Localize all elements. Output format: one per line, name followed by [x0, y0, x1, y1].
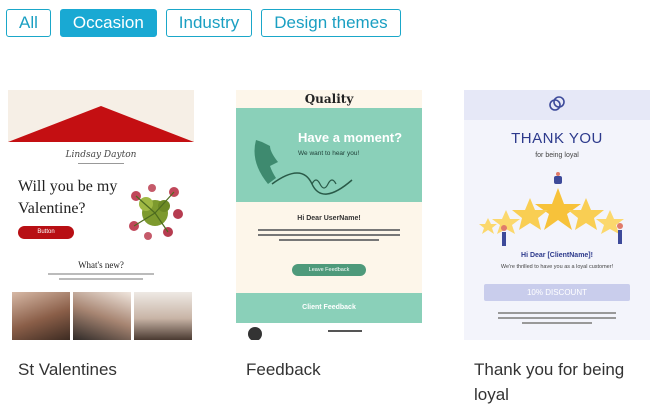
filter-design-themes[interactable]: Design themes — [261, 9, 401, 37]
greeting-subtext: We're thrilled to have you as a loyal cu… — [500, 264, 614, 270]
filter-occasion[interactable]: Occasion — [59, 9, 157, 37]
hero-banner: Have a moment? We want to hear you! — [236, 108, 422, 202]
filter-all[interactable]: All — [6, 9, 51, 37]
template-card-st-valentines[interactable]: Lindsay Dayton Will you be my Valentine?… — [8, 90, 194, 382]
couple-photo — [134, 292, 192, 340]
hero-subtitle: We want to hear you! — [298, 150, 360, 157]
preview-subtitle: for being loyal — [535, 152, 579, 159]
body-text-placeholder — [498, 312, 616, 327]
photo-row — [12, 292, 192, 340]
template-title[interactable]: St Valentines — [18, 357, 194, 382]
couple-photo — [73, 292, 131, 340]
brand-logo-icon — [549, 96, 565, 111]
preview-headline: Will you be my Valentine? — [18, 176, 138, 220]
stars-trophy-icon — [479, 172, 624, 246]
preview-button: Button — [18, 226, 74, 239]
discount-banner: 10% DISCOUNT — [484, 284, 630, 301]
category-filter-bar: All Occasion Industry Design themes — [6, 9, 401, 37]
template-title[interactable]: Feedback — [246, 357, 422, 382]
testimonial-row — [236, 323, 422, 340]
body-text-placeholder — [48, 273, 154, 283]
template-card-thank-you-loyal[interactable]: THANK YOU for being loyal Hi Dear [Clien… — [464, 90, 650, 407]
hero-title: Have a moment? — [298, 130, 403, 145]
signature-text: Lindsay Dayton — [65, 150, 137, 160]
filter-industry[interactable]: Industry — [165, 9, 253, 37]
rose-bouquet-icon — [129, 184, 183, 240]
section-band: Client Feedback — [236, 293, 422, 323]
section-heading: What's new? — [78, 260, 124, 270]
preview-button: Leave Feedback — [292, 264, 366, 276]
brand-logo: Quality — [304, 92, 354, 106]
name-placeholder — [328, 330, 362, 332]
couple-photo — [12, 292, 70, 340]
template-thumbnail[interactable]: THANK YOU for being loyal Hi Dear [Clien… — [464, 90, 650, 340]
template-thumbnail[interactable]: Lindsay Dayton Will you be my Valentine?… — [8, 90, 194, 340]
template-title[interactable]: Thank you for being loyal — [474, 357, 650, 407]
divider — [78, 163, 124, 164]
greeting-text: Hi Dear [ClientName]! — [521, 252, 593, 259]
headline-line-1: Will you be my — [18, 178, 118, 195]
avatar — [248, 327, 262, 340]
body-text-placeholder — [258, 229, 400, 244]
template-thumbnail[interactable]: Quality Have a moment? We want to hear y… — [236, 90, 422, 340]
greeting-text: Hi Dear UserName! — [297, 215, 361, 222]
roof-banner — [8, 106, 194, 142]
template-card-feedback[interactable]: Quality Have a moment? We want to hear y… — [236, 90, 422, 382]
preview-title: THANK YOU — [511, 130, 603, 147]
headline-line-2: Valentine? — [18, 200, 86, 217]
